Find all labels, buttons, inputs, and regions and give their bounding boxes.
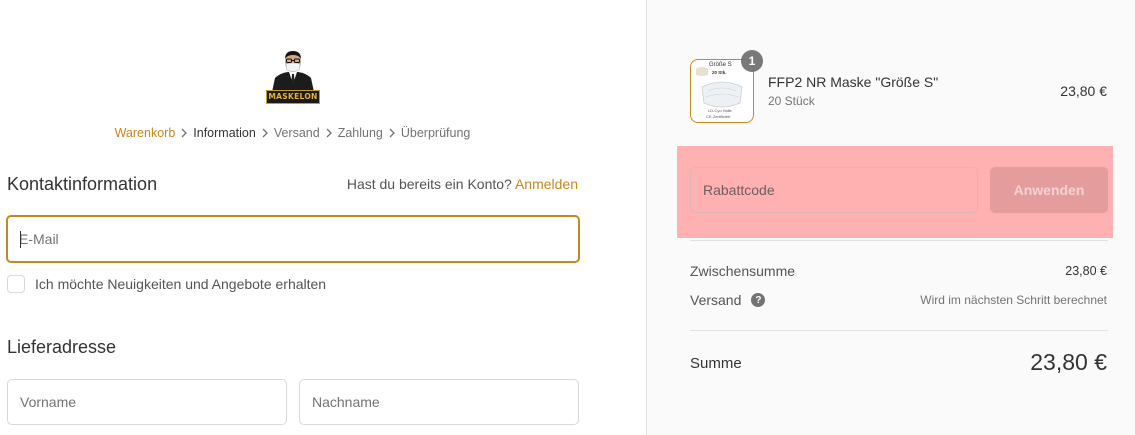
lastname-field[interactable]: [300, 380, 578, 424]
quantity-badge: 1: [741, 50, 763, 72]
newsletter-label: Ich möchte Neuigkeiten und Angebote erha…: [35, 276, 327, 292]
shipping-row-label: Versand?: [690, 292, 766, 308]
checkout-main: MASKELON Warenkorb Information Versand Z…: [0, 0, 646, 435]
shipping-section-title: Lieferadresse: [7, 337, 117, 357]
breadcrumb-warenkorb[interactable]: Warenkorb: [115, 126, 176, 140]
breadcrumb-ueberpruefung: Überprüfung: [400, 126, 471, 140]
chevron-right-icon: [320, 128, 338, 138]
shipping-value: Wird im nächsten Schritt berechnet: [920, 293, 1107, 307]
chevron-right-icon: [256, 128, 274, 138]
discount-field-wrapper: [690, 167, 978, 213]
total-label: Summe: [690, 355, 742, 372]
lastname-field-wrapper: [299, 379, 579, 425]
subtotal-label: Zwischensumme: [690, 263, 796, 279]
order-summary: Größe S 20 Stk. LD-Cyo Halle CE-Zertifiz…: [646, 0, 1135, 435]
shipping-label: Versand: [690, 292, 742, 308]
thumb-text-cert: CE-Zertifiziert: [706, 114, 731, 119]
breadcrumb-information: Information: [193, 126, 256, 140]
chevron-right-icon: [383, 128, 401, 138]
firstname-field-wrapper: [7, 379, 287, 425]
breadcrumb-versand: Versand: [273, 126, 320, 140]
firstname-field[interactable]: [8, 380, 286, 424]
contact-section-title: Kontaktinformation: [7, 174, 158, 194]
store-logo[interactable]: MASKELON: [266, 48, 320, 104]
logo-wordmark: MASKELON: [266, 90, 320, 104]
text-caret: [20, 231, 21, 248]
subtotal-value: 23,80 €: [1065, 264, 1107, 278]
login-prompt: Hast du bereits ein Konto? Anmelden: [347, 176, 578, 192]
email-field[interactable]: [8, 217, 578, 261]
breadcrumb-zahlung: Zahlung: [337, 126, 383, 140]
thumb-text-brand: LD-Cyo Halle: [708, 108, 732, 113]
email-field-wrapper: [6, 215, 580, 263]
product-name: FFP2 NR Maske "Größe S": [768, 74, 939, 90]
login-prompt-text: Hast du bereits ein Konto?: [346, 176, 512, 192]
newsletter-checkbox[interactable]: [7, 275, 25, 293]
total-value: 23,80 €: [1030, 349, 1107, 375]
chevron-right-icon: [175, 128, 193, 138]
discount-code-input[interactable]: [691, 168, 977, 212]
divider: [690, 240, 1108, 241]
newsletter-row[interactable]: Ich möchte Neuigkeiten und Angebote erha…: [7, 275, 326, 293]
help-icon[interactable]: ?: [751, 293, 766, 308]
discount-section: Anwenden: [677, 146, 1113, 238]
apply-discount-button[interactable]: Anwenden: [990, 167, 1108, 213]
man-in-suit-with-mask-logo: [272, 51, 314, 92]
thumb-text-size: Größe S: [709, 62, 732, 68]
product-variant: 20 Stück: [768, 94, 815, 108]
login-link[interactable]: Anmelden: [515, 176, 578, 192]
logo-text: MASKELON: [268, 92, 318, 101]
breadcrumb: Warenkorb Information Versand Zahlung Üb…: [0, 126, 585, 140]
divider: [690, 330, 1108, 331]
product-price: 23,80 €: [1060, 83, 1107, 99]
thumb-text-count: 20 Stk.: [712, 70, 727, 75]
